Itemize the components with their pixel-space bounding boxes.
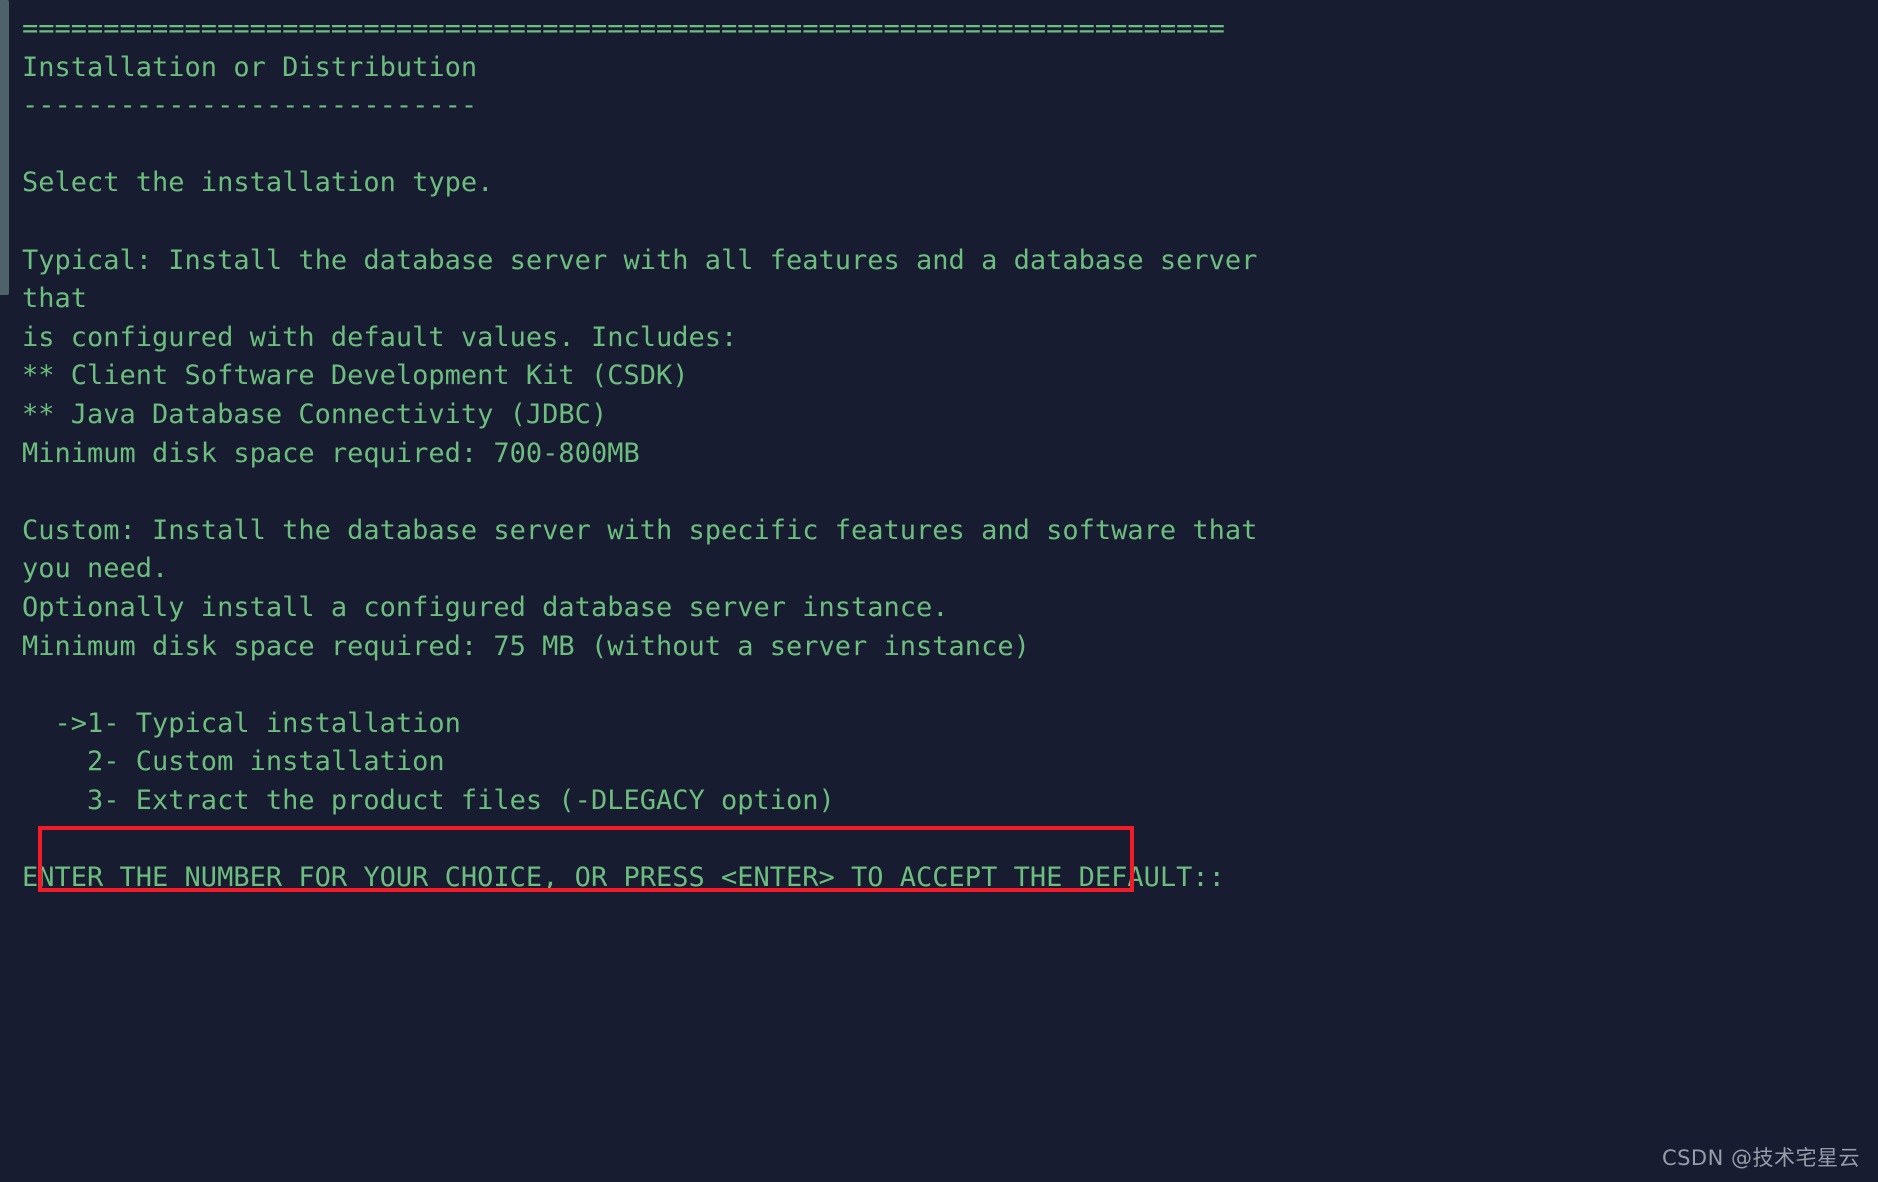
- console-line: Custom: Install the database server with…: [22, 514, 1258, 546]
- console-output: ========================================…: [22, 10, 1878, 898]
- console-line: ========================================…: [22, 13, 1225, 44]
- console-line: Select the installation type.: [22, 167, 494, 199]
- vertical-scrollbar[interactable]: [0, 0, 9, 1182]
- console-line: Minimum disk space required: 700-800MB: [22, 437, 640, 469]
- console-line: ENTER THE NUMBER FOR YOUR CHOICE, OR PRE…: [22, 862, 1225, 894]
- console-line: ** Client Software Development Kit (CSDK…: [22, 360, 689, 392]
- console-line: ->1- Typical installation: [22, 707, 461, 739]
- console-line: ** Java Database Connectivity (JDBC): [22, 398, 608, 430]
- console-line: Typical: Install the database server wit…: [22, 244, 1258, 276]
- console-line: Installation or Distribution: [22, 51, 478, 83]
- terminal-window[interactable]: ========================================…: [0, 0, 1878, 1182]
- scrollbar-thumb[interactable]: [0, 0, 9, 295]
- console-line: that: [22, 283, 88, 315]
- console-line: 3- Extract the product files (-DLEGACY o…: [22, 784, 835, 816]
- console-line: is configured with default values. Inclu…: [22, 321, 738, 353]
- watermark: CSDN @技术宅星云: [1661, 1146, 1860, 1170]
- console-line: Minimum disk space required: 75 MB (with…: [22, 630, 1030, 662]
- console-line: 2- Custom installation: [22, 746, 445, 778]
- console-line: ----------------------------: [22, 90, 478, 122]
- console-line: you need.: [22, 553, 169, 585]
- console-line: Optionally install a configured database…: [22, 591, 949, 623]
